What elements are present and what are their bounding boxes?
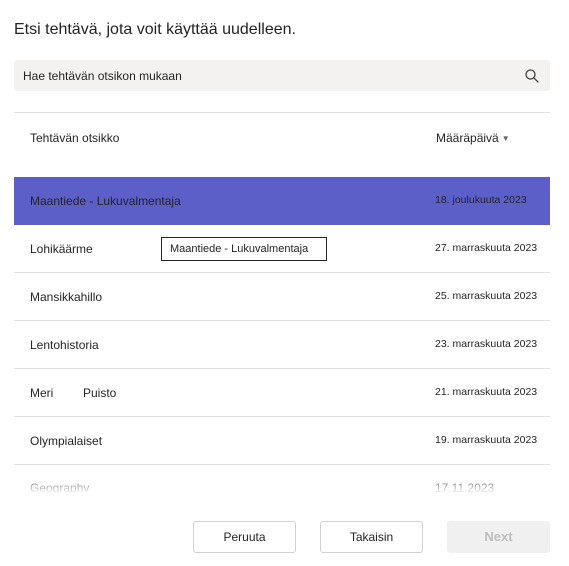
assignment-list[interactable]: Maantiede - Lukuvalmentaja 18. joulukuut… [14, 177, 550, 493]
row-date: 17.11.2023 [435, 481, 495, 493]
next-button[interactable]: Next [447, 521, 550, 553]
cancel-button[interactable]: Peruuta [193, 521, 296, 553]
column-header-title: Tehtävän otsikko [30, 131, 120, 145]
row-date: 23. marraskuuta 2023 [435, 338, 538, 350]
row-date: 18. joulukuuta 2023 [435, 194, 527, 206]
row-title: Lohikäärme [30, 242, 93, 256]
row-title: Lentohistoria [30, 338, 99, 352]
search-box[interactable] [14, 60, 550, 91]
table-row[interactable]: Lentohistoria 23. marraskuuta 2023 [14, 321, 550, 369]
row-date: 25. marraskuuta 2023 [435, 290, 538, 302]
table-row[interactable]: Meri Puisto 21. marraskuuta 2023 [14, 369, 550, 417]
divider [14, 112, 550, 113]
row-title: Olympialaiset [30, 434, 103, 448]
table-row[interactable]: Mansikkahillo 25. marraskuuta 2023 [14, 273, 550, 321]
table-row[interactable]: Maantiede - Lukuvalmentaja 18. joulukuut… [14, 177, 550, 225]
row-date: 27. marraskuuta 2023 [435, 242, 538, 254]
row-title-extra: Puisto [83, 386, 117, 400]
row-title: Mansikkahillo [30, 290, 103, 304]
back-button[interactable]: Takaisin [320, 521, 423, 553]
search-icon[interactable] [524, 68, 540, 84]
column-header-due-date[interactable]: Määräpäivä ▼ [436, 131, 510, 145]
column-header-due-date-label: Määräpäivä [436, 131, 499, 145]
dialog-title: Etsi tehtävä, jota voit käyttää uudellee… [14, 21, 296, 38]
table-row[interactable]: Olympialaiset 19. marraskuuta 2023 [14, 417, 550, 465]
tooltip: Maantiede - Lukuvalmentaja [161, 237, 327, 261]
search-input[interactable] [14, 60, 514, 91]
row-title: Meri [30, 386, 54, 400]
row-date: 21. marraskuuta 2023 [435, 386, 538, 398]
table-row[interactable]: Geography 17.11.2023 [14, 465, 550, 493]
row-title: Geography [30, 481, 90, 493]
caret-down-icon: ▼ [501, 134, 510, 143]
row-title: Maantiede - Lukuvalmentaja [30, 194, 181, 208]
row-date: 19. marraskuuta 2023 [435, 434, 538, 446]
